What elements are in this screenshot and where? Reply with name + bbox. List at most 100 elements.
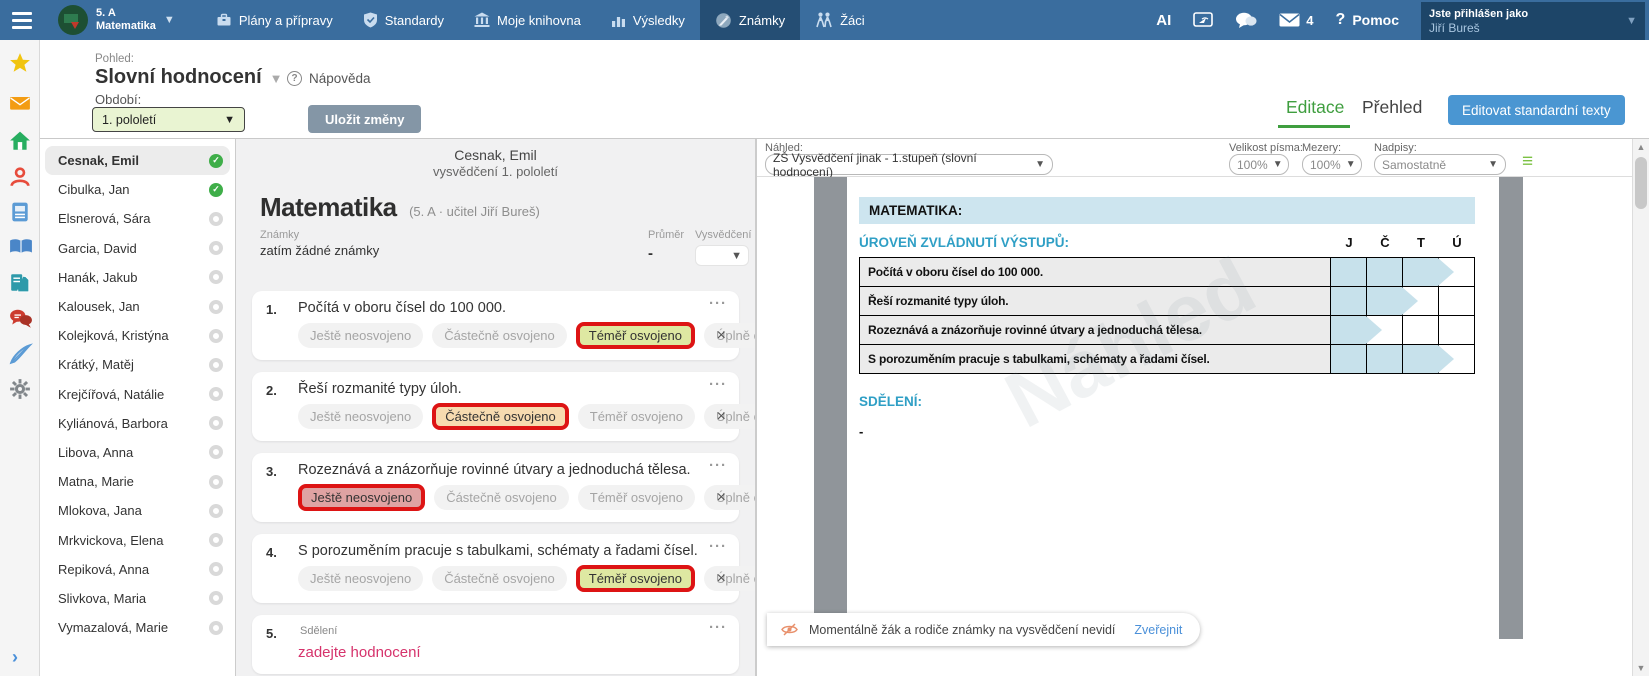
rating-pill[interactable]: Úplně osvojeno [704,323,756,348]
user-menu[interactable]: Jste přihlášen jako Jiří Bureš ▼ [1421,2,1645,40]
notebook-icon[interactable] [9,201,31,223]
menu-item-vysledky[interactable]: Výsledky [596,0,700,40]
student-list-item[interactable]: Cesnak, Emil ✓ [45,146,230,175]
card-menu-icon[interactable]: ··· [709,295,727,312]
student-list-item[interactable]: Vymazalová, Marie [40,613,235,642]
student-name: Vymazalová, Marie [58,620,209,635]
headings-lines-icon[interactable]: ≡ [1522,152,1533,171]
ai-button[interactable]: AI [1156,12,1171,29]
menu-item-znamky[interactable]: Známky [700,0,800,40]
save-changes-button[interactable]: Uložit změny [308,105,421,133]
view-value: Slovní hodnocení [95,66,262,88]
spacing-select[interactable]: 100%▼ [1302,154,1362,175]
card-menu-icon[interactable]: ··· [709,538,727,555]
card-menu-icon[interactable]: ··· [709,619,727,636]
chat-icon[interactable] [1235,12,1257,29]
eye-slash-icon [781,622,798,637]
rating-pill[interactable]: Ještě neosvojeno [298,323,423,348]
rating-pill[interactable]: Částečně osvojeno [432,323,567,348]
documents-icon[interactable] [9,272,31,294]
scroll-up-icon[interactable]: ▲ [1633,142,1649,152]
class-selector[interactable]: 5. A Matematika ▼ [44,5,185,35]
template-select[interactable]: ZŠ Vysvědčení jinak - 1.stupeň (slovní h… [765,154,1053,175]
expand-rail-icon[interactable]: › [12,647,18,668]
edit-standard-texts-button[interactable]: Editovat standardní texty [1448,95,1625,125]
report-grade-select[interactable]: ▼ [695,245,749,266]
clear-rating-icon[interactable]: × [717,328,726,344]
student-list-item[interactable]: Kyliánová, Barbora [40,409,235,438]
font-size-select[interactable]: 100%▼ [1229,154,1289,175]
student-list-item[interactable]: Kalousek, Jan [40,292,235,321]
rating-pill[interactable]: Částečně osvojeno [432,403,569,430]
help-button[interactable]: ? Pomoc [1336,11,1399,29]
student-list-item[interactable]: Krejčířová, Natálie [40,380,235,409]
rating-pill[interactable]: Téměř osvojeno [578,485,695,510]
student-list-item[interactable]: Mlokova, Jana [40,496,235,525]
rating-pill[interactable]: Ještě neosvojeno [298,566,423,591]
menu-item-standardy[interactable]: Standardy [348,0,459,40]
person-icon[interactable] [9,166,31,188]
scroll-down-icon[interactable]: ▼ [1633,663,1649,673]
item-number: 2. [266,383,277,398]
scrollbar-thumb[interactable] [1635,157,1647,209]
student-list-item[interactable]: Elsnerová, Sára [40,204,235,233]
rating-pill[interactable]: Úplně osvojeno [704,566,756,591]
rating-pill[interactable]: Téměř osvojeno [576,322,695,349]
student-list-item[interactable]: Kolejková, Kristýna [40,321,235,350]
student-name: Mlokova, Jana [58,503,209,518]
student-list: Cesnak, Emil ✓ Cibulka, Jan ✓ Elsnerová,… [40,146,235,642]
spacing-label: Mezery: [1302,142,1341,154]
publish-link[interactable]: Zveřejnit [1134,623,1182,637]
level-cell [1367,258,1403,287]
student-list-item[interactable]: Matna, Marie [40,467,235,496]
student-list-item[interactable]: Cibulka, Jan ✓ [40,175,235,204]
home-icon[interactable] [9,130,31,152]
student-list-item[interactable]: Garcia, David [40,234,235,263]
rating-pill[interactable]: Ještě neosvojeno [298,404,423,429]
student-list-item[interactable]: Slivkova, Maria [40,584,235,613]
level-column-header: J [1331,235,1367,250]
star-icon[interactable] [9,52,31,74]
student-list-item[interactable]: Hanák, Jakub [40,263,235,292]
rating-pill[interactable]: Téměř osvojeno [578,404,695,429]
level-cell [1403,345,1439,374]
clear-rating-icon[interactable]: × [717,409,726,425]
clear-rating-icon[interactable]: × [717,571,726,587]
help-link[interactable]: ?Nápověda [287,71,371,86]
pen-icon[interactable] [9,343,31,365]
open-book-icon[interactable] [9,236,31,258]
rating-pill[interactable]: Úplně osvojeno [704,404,756,429]
student-list-item[interactable]: Mrkvickova, Elena [40,525,235,554]
view-selector[interactable]: Slovní hodnocení▼ [95,66,283,89]
menu-item-plany-a-pripravy[interactable]: Plány a přípravy [201,0,348,40]
student-list-item[interactable]: Libova, Anna [40,438,235,467]
card-menu-icon[interactable]: ··· [709,376,727,393]
hamburger-menu-icon[interactable] [0,12,44,29]
menu-item-moje-knihovna[interactable]: Moje knihovna [459,0,596,40]
chat-bubbles-icon[interactable] [9,308,31,330]
student-list-item[interactable]: Repiková, Anna [40,555,235,584]
tab-editace[interactable]: Editace [1286,97,1344,118]
rating-pill[interactable]: Téměř osvojeno [576,565,695,592]
menu-item-zaci[interactable]: Žáci [800,0,880,40]
level-column-header: Ú [1439,235,1475,250]
gear-icon[interactable] [9,378,31,400]
mail-icon[interactable] [9,92,31,114]
clear-rating-icon[interactable]: × [717,490,726,506]
level-cell [1403,316,1439,345]
rating-pill[interactable]: Částečně osvojeno [434,485,569,510]
rating-pill[interactable]: Úplně osvojeno [704,485,756,510]
period-select[interactable]: 1. pololetí▼ [92,107,245,132]
student-list-item[interactable]: Krátký, Matěj [40,350,235,379]
messages-icon[interactable]: 4 [1279,13,1313,28]
student-name: Hanák, Jakub [58,270,209,285]
tab-prehled[interactable]: Přehled [1362,97,1422,118]
rating-pill[interactable]: Částečně osvojeno [432,566,567,591]
enter-assessment-link[interactable]: zadejte hodnocení [298,644,421,661]
card-menu-icon[interactable]: ··· [709,457,727,474]
cast-icon[interactable] [1193,12,1213,28]
headings-select[interactable]: Samostatně▼ [1374,154,1506,175]
preview-scrollbar[interactable]: ▲ ▼ [1632,139,1649,676]
rating-pill[interactable]: Ještě neosvojeno [298,484,425,511]
top-navbar: 5. A Matematika ▼ Plány a přípravy Stand… [0,0,1649,40]
